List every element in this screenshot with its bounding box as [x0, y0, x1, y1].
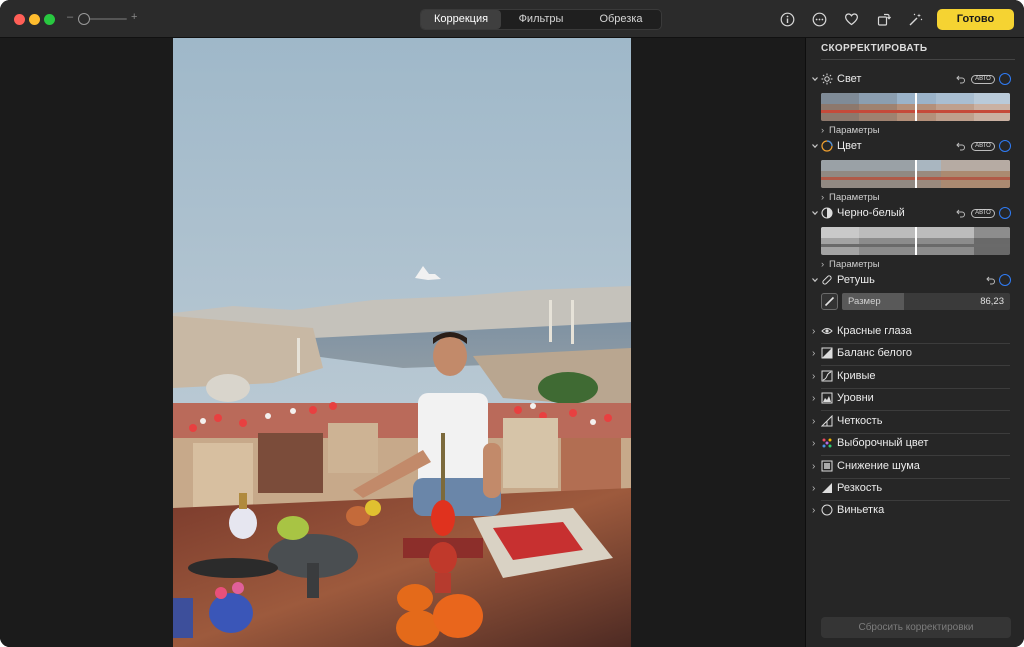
- color-preview-strip[interactable]: [821, 160, 1010, 188]
- auto-button[interactable]: АВТО: [971, 75, 995, 84]
- photo-preview[interactable]: [173, 38, 631, 647]
- section-color[interactable]: Цвет АВТО: [806, 139, 1024, 155]
- divider: [821, 455, 1010, 456]
- more-icon[interactable]: [810, 10, 828, 28]
- tool-label: Виньетка: [837, 504, 885, 516]
- brush-icon: [824, 296, 835, 307]
- tool-curves[interactable]: › Кривые: [806, 367, 1024, 389]
- section-retouch-label: Ретушь: [837, 274, 875, 286]
- definition-icon: [821, 415, 833, 427]
- auto-button[interactable]: АВТО: [971, 142, 995, 151]
- light-preview-strip[interactable]: [821, 93, 1010, 121]
- tool-label: Снижение шума: [837, 460, 920, 472]
- section-black-white[interactable]: Черно-белый АВТО: [806, 206, 1024, 222]
- levels-icon: [821, 392, 833, 404]
- light-params-toggle[interactable]: › Параметры: [821, 125, 880, 136]
- tool-label: Баланс белого: [837, 347, 912, 359]
- size-slider[interactable]: Размер 86,23: [842, 293, 1010, 310]
- sidebar-title: СКОРРЕКТИРОВАТЬ: [821, 43, 928, 54]
- section-toggle[interactable]: [999, 207, 1011, 219]
- magic-wand-icon[interactable]: [906, 10, 924, 28]
- photos-edit-window: – + Коррекция Фильтры Обрезка Готово СКО…: [0, 0, 1024, 647]
- adjust-sidebar: СКОРРЕКТИРОВАТЬ Свет АВТО › Параметры Цв…: [805, 38, 1024, 647]
- tool-label: Уровни: [837, 392, 874, 404]
- photo-canvas: [0, 38, 805, 647]
- section-color-label: Цвет: [837, 140, 862, 152]
- revert-icon[interactable]: [956, 74, 966, 84]
- done-button[interactable]: Готово: [937, 9, 1014, 30]
- revert-icon[interactable]: [956, 141, 966, 151]
- white-balance-icon: [821, 347, 833, 359]
- zoom-in-label: +: [131, 11, 138, 23]
- tool-noise-reduction[interactable]: › Снижение шума: [806, 457, 1024, 479]
- tool-red-eye[interactable]: › Красные глаза: [806, 322, 1024, 344]
- tab-crop[interactable]: Обрезка: [581, 10, 661, 29]
- section-toggle[interactable]: [999, 274, 1011, 286]
- section-toggle[interactable]: [999, 73, 1011, 85]
- bw-preview-strip[interactable]: [821, 227, 1010, 255]
- divider: [821, 410, 1010, 411]
- tab-filters[interactable]: Фильтры: [501, 10, 581, 29]
- half-circle-icon: [821, 207, 833, 219]
- vignette-icon: [821, 504, 833, 516]
- divider: [821, 365, 1010, 366]
- selective-color-icon: [822, 438, 832, 448]
- size-value: 86,23: [980, 296, 1004, 307]
- tool-vignette[interactable]: › Виньетка: [806, 501, 1024, 523]
- tool-white-balance[interactable]: › Баланс белого: [806, 344, 1024, 366]
- sun-icon: [821, 73, 833, 85]
- tool-label: Кривые: [837, 370, 876, 382]
- bw-params-toggle[interactable]: › Параметры: [821, 259, 880, 270]
- edit-mode-tabs: Коррекция Фильтры Обрезка: [420, 9, 662, 30]
- tool-definition[interactable]: › Четкость: [806, 412, 1024, 434]
- params-label: Параметры: [829, 192, 880, 203]
- info-icon[interactable]: [778, 10, 796, 28]
- revert-icon[interactable]: [956, 208, 966, 218]
- params-label: Параметры: [829, 259, 880, 270]
- zoom-window-button[interactable]: [44, 14, 55, 25]
- auto-button[interactable]: АВТО: [971, 209, 995, 218]
- brush-tool-button[interactable]: [821, 293, 838, 310]
- close-window-button[interactable]: [14, 14, 25, 25]
- noise-icon: [821, 460, 833, 472]
- reset-adjustments-button[interactable]: Сбросить корректировки: [821, 617, 1011, 638]
- section-bw-label: Черно-белый: [837, 207, 905, 219]
- chevron-down-icon[interactable]: [810, 208, 820, 218]
- tool-label: Выборочный цвет: [837, 437, 929, 449]
- tool-label: Резкость: [837, 482, 883, 494]
- zoom-out-label: –: [67, 11, 74, 23]
- color-params-toggle[interactable]: › Параметры: [821, 192, 880, 203]
- minimize-window-button[interactable]: [29, 14, 40, 25]
- tool-label: Красные глаза: [837, 325, 912, 337]
- heart-icon[interactable]: [842, 10, 860, 28]
- section-retouch[interactable]: Ретушь: [806, 273, 1024, 289]
- tab-adjust[interactable]: Коррекция: [421, 10, 501, 29]
- zoom-slider-knob[interactable]: [78, 13, 90, 25]
- toolbar: – + Коррекция Фильтры Обрезка Готово: [0, 0, 1024, 38]
- size-label: Размер: [848, 296, 881, 307]
- retouch-size-row: Размер 86,23: [821, 293, 1010, 311]
- params-label: Параметры: [829, 125, 880, 136]
- sharpen-icon: [822, 483, 832, 493]
- rotate-icon[interactable]: [874, 10, 892, 28]
- section-light[interactable]: Свет АВТО: [806, 72, 1024, 88]
- sidebar-divider: [821, 59, 1015, 60]
- section-light-label: Свет: [837, 73, 862, 85]
- tool-sharpen[interactable]: › Резкость: [806, 479, 1024, 501]
- revert-icon[interactable]: [986, 275, 996, 285]
- bandage-icon: [822, 275, 832, 285]
- tool-levels[interactable]: › Уровни: [806, 389, 1024, 411]
- tool-label: Четкость: [837, 415, 883, 427]
- curves-icon: [821, 370, 833, 382]
- chevron-down-icon[interactable]: [810, 74, 820, 84]
- section-toggle[interactable]: [999, 140, 1011, 152]
- chevron-down-icon[interactable]: [810, 141, 820, 151]
- chevron-down-icon[interactable]: [810, 275, 820, 285]
- eye-icon: [821, 328, 833, 334]
- color-circle-icon: [821, 140, 833, 152]
- tool-selective-color[interactable]: › Выборочный цвет: [806, 434, 1024, 456]
